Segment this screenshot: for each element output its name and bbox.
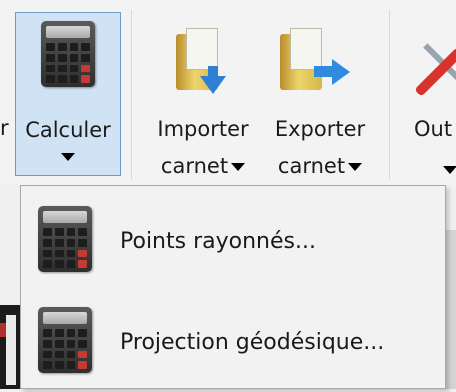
calculator-icon [41,21,95,87]
outils-dropdown-arrow [443,166,456,174]
calculer-dropdown-menu: Points rayonnés... Projection géodésique… [20,185,446,389]
calculer-label: Calculer [25,118,111,142]
calculator-icon [38,307,92,373]
menu-item-projection-geodesique[interactable]: Projection géodésique... [21,292,445,392]
exporter-dropdown-arrow [348,163,363,171]
ribbon: r Calculer Importer carnet Exporter carn… [0,0,456,185]
ribbon-separator [131,10,132,180]
importer-label-line1: Importer [157,117,249,141]
tools-icon [410,32,456,102]
outils-label: Out [414,117,453,141]
folder-export-icon [280,26,364,92]
importer-dropdown-arrow [231,163,246,171]
calculer-button[interactable]: Calculer [15,12,121,176]
background-window-edge [0,305,20,389]
outils-button[interactable]: Out [400,12,456,176]
menu-item-label: Projection géodésique... [120,330,385,355]
calculator-icon [38,206,92,272]
exporter-label-line1: Exporter [274,117,366,141]
importer-carnet-button[interactable]: Importer carnet [144,12,262,179]
exporter-label-line2: carnet [262,153,378,179]
folder-import-icon [176,28,236,94]
exporter-carnet-button[interactable]: Exporter carnet [262,12,378,179]
left-edge-fragment: r [0,116,9,140]
ribbon-separator [389,10,390,180]
calculer-dropdown-arrow [61,153,75,161]
menu-item-points-rayonnes[interactable]: Points rayonnés... [21,191,445,291]
importer-label-line2: carnet [144,153,262,179]
background-window-edge [446,230,456,389]
menu-item-label: Points rayonnés... [120,229,316,254]
